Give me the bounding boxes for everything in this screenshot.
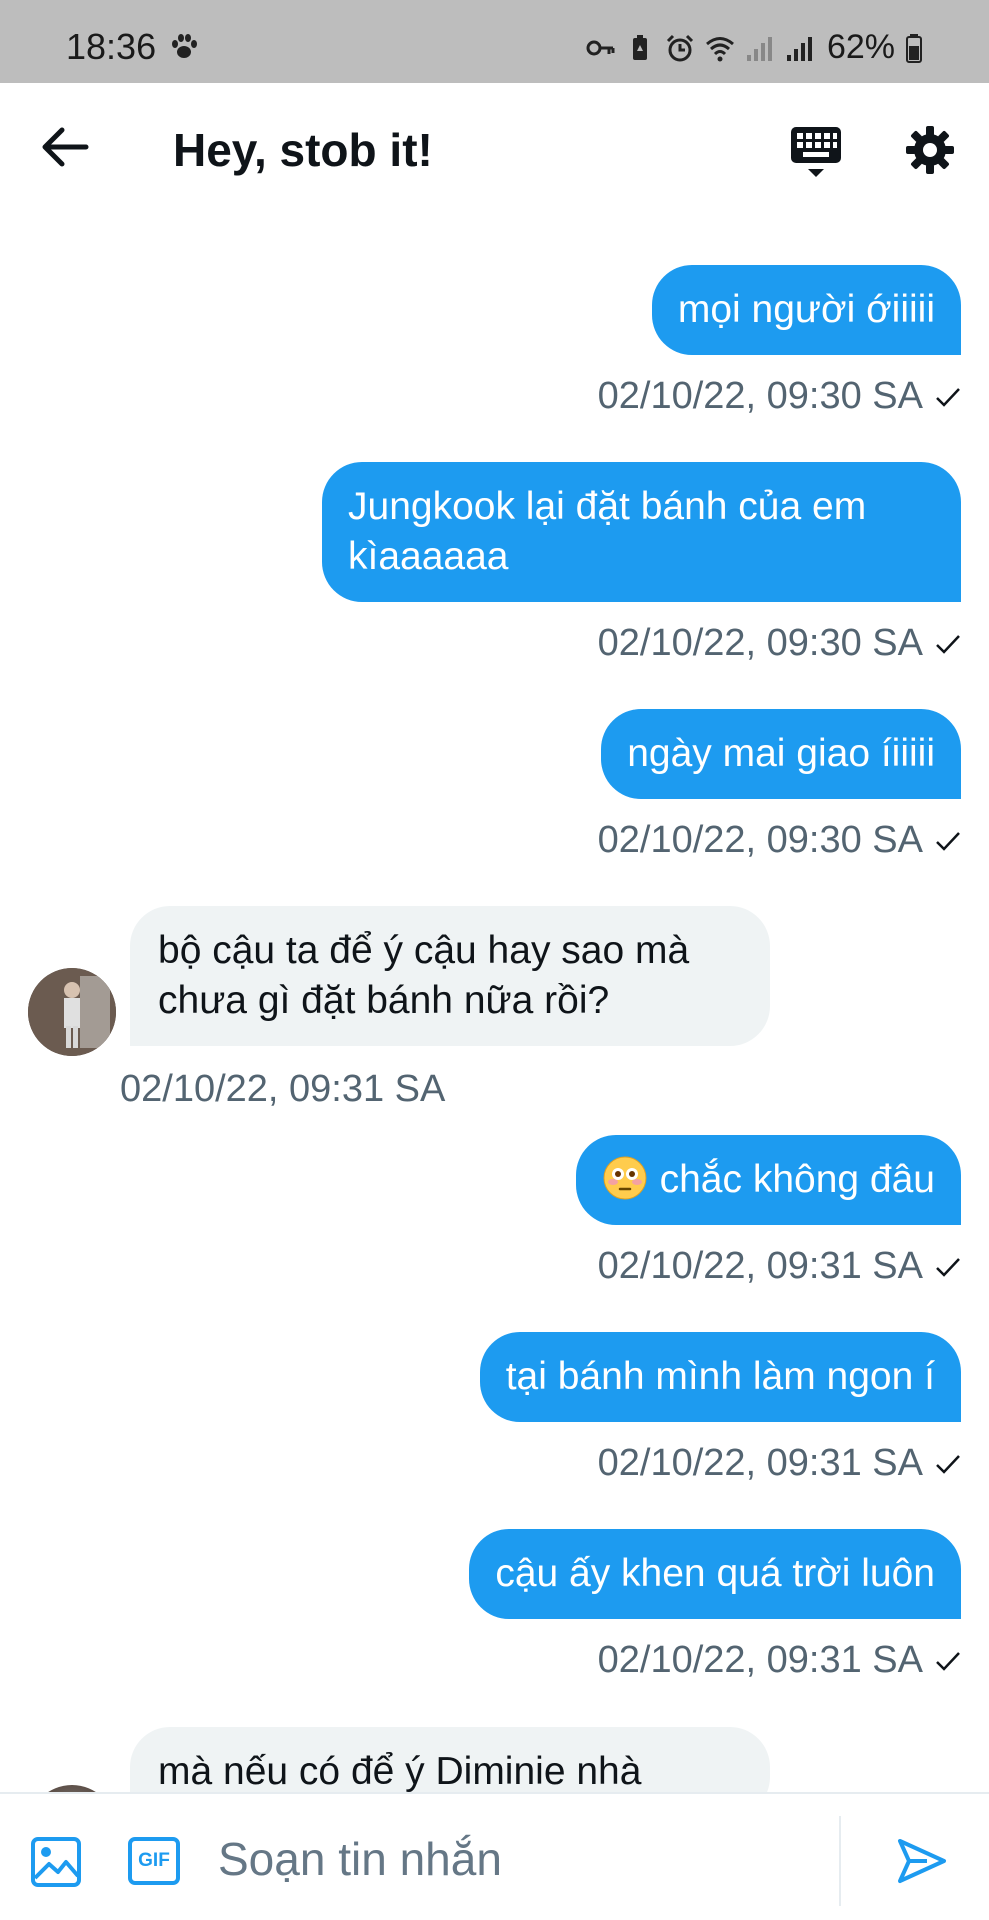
alarm-icon (666, 34, 693, 61)
outgoing-message[interactable]: tại bánh mình làm ngon í (479, 1332, 961, 1422)
outgoing-message[interactable]: cậu ấy khen quá trời luôn (469, 1529, 961, 1619)
timestamp-text: 02/10/22, 09:30 SA (597, 375, 923, 417)
checkmark-icon (936, 1257, 960, 1277)
outgoing-message[interactable]: mọi người ớiiiii (651, 265, 961, 355)
status-time: 18:36 (66, 26, 157, 67)
gif-button[interactable]: GIF (128, 1837, 180, 1885)
message-timestamp: 02/10/22, 09:31 SA (598, 1245, 961, 1288)
message-timestamp: 02/10/22, 09:31 SA (598, 1639, 961, 1682)
flushed-face-emoji-icon (603, 1156, 647, 1200)
avatar[interactable] (28, 968, 116, 1056)
message-timestamp: 02/10/22, 09:31 SA (598, 1442, 961, 1485)
signal-icon (786, 36, 812, 61)
message-composer: GIF (0, 1792, 989, 1920)
timestamp-text: 02/10/22, 09:31 SA (597, 1639, 923, 1681)
outgoing-message[interactable]: chắc không đâu (575, 1135, 961, 1225)
timestamp-text: 02/10/22, 09:31 SA (597, 1442, 923, 1484)
conversation-title: Hey, stob it! (173, 124, 433, 176)
back-arrow-icon[interactable] (40, 125, 90, 169)
status-bar: 18:36 62% (0, 0, 989, 83)
avatar[interactable] (28, 1785, 116, 1792)
battery-saver-icon (632, 34, 647, 60)
message-input[interactable] (218, 1824, 818, 1894)
avatar-photo (28, 968, 116, 1056)
keyboard-icon[interactable] (789, 125, 843, 179)
checkmark-icon (936, 634, 960, 654)
message-text: chắc không đâu (659, 1158, 935, 1201)
timestamp-text: 02/10/22, 09:31 SA (597, 1245, 923, 1287)
checkmark-icon (936, 1651, 960, 1671)
image-icon[interactable] (30, 1836, 82, 1888)
checkmark-icon (936, 831, 960, 851)
paw-icon (172, 34, 197, 58)
key-icon (586, 40, 615, 55)
message-timestamp: 02/10/22, 09:31 SA (120, 1068, 446, 1110)
wifi-icon (705, 36, 734, 61)
battery-icon (906, 33, 922, 63)
incoming-message[interactable]: bộ cậu ta để ý cậu hay sao mà chưa gì đặ… (130, 906, 770, 1046)
battery-percent: 62% (826, 28, 895, 66)
message-list[interactable]: mọi người ớiiiii 02/10/22, 09:30 SA Jung… (0, 210, 989, 1792)
gear-icon[interactable] (905, 125, 955, 175)
timestamp-text: 02/10/22, 09:30 SA (597, 622, 923, 664)
checkmark-icon (936, 1454, 960, 1474)
message-timestamp: 02/10/22, 09:30 SA (598, 819, 961, 862)
timestamp-text: 02/10/22, 09:30 SA (597, 819, 923, 861)
checkmark-icon (936, 387, 960, 407)
conversation-header: Hey, stob it! (0, 83, 989, 210)
signal-icon (746, 36, 772, 61)
message-timestamp: 02/10/22, 09:30 SA (598, 622, 961, 665)
incoming-message[interactable]: mà nếu có để ý Diminie nhà (130, 1727, 770, 1792)
outgoing-message[interactable]: Jungkook lại đặt bánh của em kìaaaaaa (322, 462, 961, 602)
send-icon[interactable] (897, 1838, 947, 1884)
composer-divider (839, 1816, 841, 1906)
outgoing-message[interactable]: ngày mai giao íiiiii (601, 709, 961, 799)
message-timestamp: 02/10/22, 09:30 SA (598, 375, 961, 418)
